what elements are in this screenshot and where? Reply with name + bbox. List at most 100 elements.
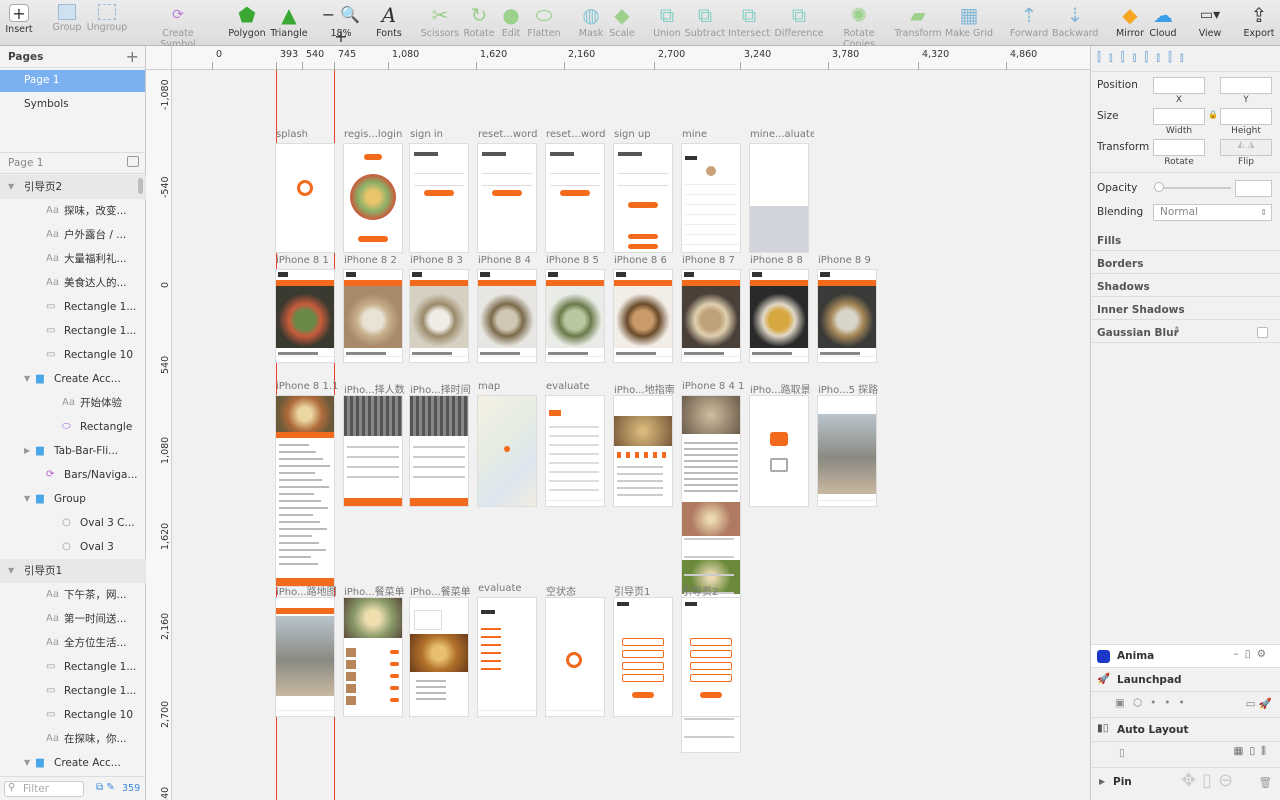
- layer-row[interactable]: ⬭ Rectangle: [0, 415, 146, 439]
- artboard[interactable]: [818, 396, 876, 506]
- y-field[interactable]: [1220, 77, 1272, 94]
- artboard-label[interactable]: iPho...餐菜单: [344, 583, 408, 598]
- borders-section[interactable]: Borders: [1091, 251, 1280, 274]
- backward-button[interactable]: ⇣ Backward: [1052, 4, 1098, 44]
- artboard[interactable]: [750, 396, 808, 506]
- layer-row[interactable]: Aa 第一时间送...: [0, 607, 146, 631]
- artboard[interactable]: [410, 270, 468, 362]
- frame-icon[interactable]: ▯: [1119, 747, 1125, 759]
- layer-row[interactable]: ▼ ▆ Create Acc...: [0, 751, 146, 775]
- artboard[interactable]: [276, 598, 334, 716]
- artboard-label[interactable]: iPhone 8 3: [410, 255, 474, 266]
- artboard-label[interactable]: iPho...地指南: [614, 381, 678, 396]
- lock-icon[interactable]: 🔒: [1208, 110, 1218, 119]
- height-field[interactable]: [1220, 108, 1272, 125]
- forward-button[interactable]: ⇡ Forward: [1008, 4, 1050, 44]
- layer-row[interactable]: Aa 在探味，你...: [0, 727, 146, 751]
- rotate-field[interactable]: [1153, 139, 1205, 156]
- artboard-label[interactable]: iPhone 8 2: [344, 255, 408, 266]
- layer-row[interactable]: Aa 开始体验: [0, 391, 146, 415]
- align-icons[interactable]: ⫿⫾⫿⫾⫿⫾⫿⫾: [1097, 50, 1192, 65]
- zoom-control[interactable]: − 🔍 +18%: [314, 4, 368, 46]
- artboard[interactable]: [614, 396, 672, 506]
- artboard-label[interactable]: regis...login: [344, 129, 408, 140]
- artboard-label[interactable]: iPhone 8 7: [682, 255, 746, 266]
- layer-row[interactable]: Aa 户外露台 / ...: [0, 223, 146, 247]
- artboard-label[interactable]: reset...word: [478, 129, 542, 140]
- flip-buttons[interactable]: ◭ ◮: [1220, 139, 1272, 156]
- layer-row[interactable]: ▶ ▆ Tab-Bar-Fli...: [0, 439, 146, 463]
- triangle-button[interactable]: ▲ Triangle: [270, 4, 308, 44]
- artboard[interactable]: [546, 396, 604, 506]
- layer-row[interactable]: Aa 全方位生活...: [0, 631, 146, 655]
- artboard[interactable]: [682, 270, 740, 362]
- filter-input[interactable]: ⚲ Filter: [4, 781, 84, 797]
- artboard[interactable]: [614, 598, 672, 716]
- gaussian-blur-section[interactable]: Gaussian Blur ⇕: [1091, 320, 1280, 343]
- artboard[interactable]: [410, 396, 468, 506]
- artboard-label[interactable]: splash: [276, 129, 340, 140]
- artboard-label[interactable]: sign in: [410, 129, 474, 140]
- artboard-label[interactable]: map: [478, 381, 542, 392]
- opacity-field[interactable]: [1235, 180, 1272, 197]
- transform-button[interactable]: ▰ Transform: [894, 4, 942, 44]
- artboard[interactable]: [344, 144, 402, 252]
- page-item-symbols[interactable]: Symbols: [0, 94, 145, 116]
- artboard[interactable]: [344, 396, 402, 506]
- export-button[interactable]: ⇪ Export: [1242, 4, 1276, 44]
- artboard[interactable]: [546, 270, 604, 362]
- artboard[interactable]: [546, 598, 604, 716]
- artboard-label[interactable]: iPhone 8 1.1: [276, 381, 340, 392]
- layer-row[interactable]: ▭ Rectangle 1...: [0, 655, 146, 679]
- artboard[interactable]: [478, 270, 536, 362]
- group-button[interactable]: Group: [50, 4, 84, 44]
- artboard-label[interactable]: iPho...择时间: [410, 381, 474, 396]
- trash-icon[interactable]: 🗑: [1259, 776, 1272, 789]
- artboard[interactable]: [276, 396, 334, 586]
- ungroup-button[interactable]: Ungroup: [86, 4, 128, 44]
- launchpad-icons[interactable]: ▣⬡•••: [1115, 697, 1193, 709]
- artboard[interactable]: [818, 270, 876, 362]
- anima-header[interactable]: Anima –▯⚙: [1091, 644, 1280, 668]
- artboard-label[interactable]: reset...word: [546, 129, 610, 140]
- artboard-label[interactable]: iPho...路地图: [276, 583, 340, 598]
- artboard-label[interactable]: iPhone 8 4: [478, 255, 542, 266]
- artboard[interactable]: [750, 144, 808, 252]
- layer-row[interactable]: ▼ 引导页1: [0, 559, 146, 583]
- artboard[interactable]: [344, 270, 402, 362]
- layer-row[interactable]: Aa 探味，改变...: [0, 199, 146, 223]
- stack-icons[interactable]: ▦▯⫼: [1233, 745, 1272, 758]
- layer-row[interactable]: ○ Oval 3 C...: [0, 511, 146, 535]
- layer-row[interactable]: ⟳ Bars/Naviga...: [0, 463, 146, 487]
- artboard-label[interactable]: iPhone 8 9: [818, 255, 882, 266]
- artboard-label[interactable]: 空状态: [546, 583, 610, 598]
- intersect-button[interactable]: ⧉ Intersect: [728, 4, 770, 44]
- layer-row[interactable]: Aa 大量福利礼...: [0, 247, 146, 271]
- flatten-button[interactable]: ⬭ Flatten: [526, 4, 562, 44]
- horizontal-ruler[interactable]: 0 393 540 745 1,080 1,620 2,160 2,700 3,240 3,780…: [172, 46, 1090, 70]
- disclosure-triangle-icon[interactable]: ▶: [1099, 777, 1105, 786]
- artboard[interactable]: [478, 144, 536, 252]
- artboard[interactable]: [750, 270, 808, 362]
- disclosure-triangle-icon[interactable]: ▼: [8, 175, 14, 199]
- layer-row[interactable]: ▭ Rectangle 1...: [0, 295, 146, 319]
- artboard-label[interactable]: evaluate: [478, 583, 542, 594]
- layer-row[interactable]: Aa 下午茶，网...: [0, 583, 146, 607]
- difference-button[interactable]: ⧉ Difference: [774, 4, 824, 44]
- artboard-label[interactable]: iPho...餐菜单: [410, 583, 474, 598]
- fills-section[interactable]: Fills: [1091, 228, 1280, 251]
- artboard[interactable]: [614, 270, 672, 362]
- layer-row[interactable]: ▼ ▆ Create Acc...: [0, 367, 146, 391]
- layer-scrollbar[interactable]: [138, 178, 143, 194]
- rotate-copies-button[interactable]: ✺ Rotate Copies: [828, 4, 890, 50]
- disclosure-triangle-icon[interactable]: ▼: [24, 751, 30, 775]
- layer-row[interactable]: ▭ Rectangle 1...: [0, 319, 146, 343]
- artboard[interactable]: [410, 598, 468, 716]
- artboard-label[interactable]: iPhone 8 1: [276, 255, 340, 266]
- inner-shadows-section[interactable]: Inner Shadows: [1091, 297, 1280, 320]
- vertical-ruler[interactable]: -1,080 -540 0 540 1,080 1,620 2,160 2,700 3,240: [146, 70, 172, 800]
- layer-row[interactable]: ○ Oval 3: [0, 535, 146, 559]
- artboard[interactable]: [682, 144, 740, 252]
- layers-count-icon[interactable]: ⧉ ✎: [96, 782, 115, 793]
- auto-layout-header[interactable]: ▮▯ Auto Layout: [1091, 718, 1280, 742]
